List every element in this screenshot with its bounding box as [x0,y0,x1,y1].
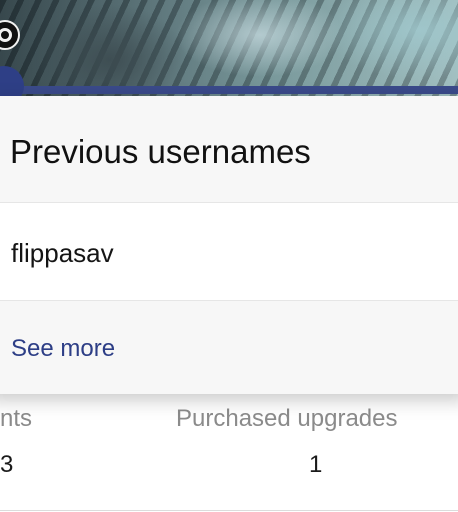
profile-screen: nts Purchased upgrades 3 1 Previous user… [0,0,458,512]
stats-divider [0,510,458,511]
modal-title: Previous usernames [10,133,311,170]
see-more-link[interactable]: See more [11,335,115,363]
username-text: flippasav [11,238,114,268]
purchased-upgrades-label: Purchased upgrades [176,405,398,432]
username-list-item: flippasav [0,203,458,301]
modal-footer: See more [0,301,458,394]
purchased-upgrades-value: 1 [309,451,323,478]
previous-usernames-modal: Previous usernames flippasav See more [0,96,458,394]
stats-label-left: nts [0,405,33,432]
stats-value-left: 3 [0,451,14,478]
badge-inner-ring [0,28,12,42]
banner-edge [0,86,458,94]
modal-header: Previous usernames [0,96,458,203]
profile-banner-image [0,0,458,96]
